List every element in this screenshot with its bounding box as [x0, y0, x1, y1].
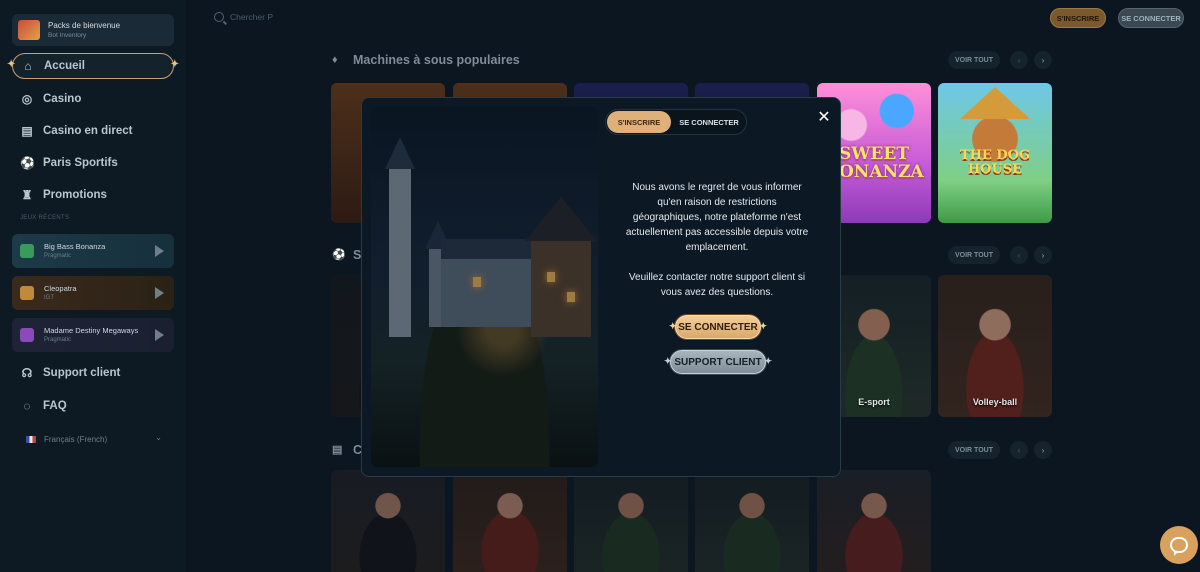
sidebar-item-label: Casino en direct [43, 125, 133, 137]
sidebar-item-label: Accueil [44, 60, 85, 72]
game-provider: Pragmatic [44, 336, 72, 343]
gift-icon [18, 20, 40, 40]
game-thumbnail [20, 328, 34, 342]
sidebar-item-label: Paris Sportifs [43, 157, 118, 169]
game-tile-title: THE DOG HOUSE [959, 148, 1031, 177]
sidebar: Packs de bienvenue Bot Inventory ⌂ Accue… [0, 0, 186, 572]
dog-house-roof [960, 87, 1030, 119]
live-casino-tile[interactable] [695, 470, 809, 572]
tab-register[interactable]: S'INSCRIRE [607, 111, 671, 133]
restriction-message: Nous avons le regret de vous informer qu… [622, 180, 812, 300]
header-login-button[interactable]: SE CONNECTER [1118, 8, 1184, 28]
welcome-pack-title: Packs de bienvenue [48, 20, 121, 30]
game-name: Cleopatra [44, 283, 77, 293]
diamond-icon: ♦ [332, 54, 338, 66]
header-register-button[interactable]: S'INSCRIRE [1050, 8, 1106, 28]
next-arrow-button[interactable]: › [1034, 51, 1052, 69]
search-icon [214, 12, 224, 22]
welcome-pack-subtitle: Bot Inventory [48, 31, 87, 39]
play-icon[interactable] [155, 245, 164, 257]
chevron-down-icon: ⌄ [155, 433, 162, 442]
language-label: Français (French) [44, 434, 108, 444]
section-title-slots: ♦ Machines à sous populaires [332, 53, 520, 67]
game-name: Madame Destiny Megaways [44, 325, 139, 335]
auth-tabs: S'INSCRIRE SE CONNECTER [605, 109, 747, 135]
sport-tile-volleyball[interactable]: Volley-ball [938, 275, 1052, 417]
headset-icon: ☊ [21, 366, 33, 380]
prev-arrow-button[interactable]: ‹ [1010, 441, 1028, 459]
section-title-text: Machines à sous populaires [353, 53, 520, 67]
geo-restriction-modal: S'INSCRIRE SE CONNECTER ✕ Nous avons le … [361, 97, 841, 477]
sport-tile-label: Volley-ball [972, 397, 1018, 407]
sidebar-item-label: Support client [43, 367, 121, 379]
prev-arrow-button[interactable]: ‹ [1010, 246, 1028, 264]
connect-button[interactable]: SE CONNECTER [669, 315, 767, 339]
game-name: Big Bass Bonanza [44, 241, 106, 251]
search-input[interactable] [230, 12, 400, 22]
castle-illustration [371, 107, 598, 467]
game-provider: Pragmatic [44, 252, 72, 259]
recent-game-card[interactable]: Madame Destiny Megaways Pragmatic [12, 318, 174, 352]
soccer-ball-icon: ⚽ [332, 249, 346, 261]
sidebar-item-label: Promotions [43, 189, 107, 201]
sidebar-item-label: FAQ [43, 400, 67, 412]
play-icon[interactable] [155, 329, 164, 341]
chevron-left-icon: ‹ [1017, 250, 1021, 260]
chevron-left-icon: ‹ [1017, 445, 1021, 455]
live-casino-tile[interactable] [817, 470, 931, 572]
game-thumbnail [20, 244, 34, 258]
game-thumbnail [20, 286, 34, 300]
contact-support-text: Veuillez contacter notre support client … [628, 272, 806, 298]
chevron-right-icon: › [1041, 250, 1045, 260]
trophy-icon: ♜ [21, 188, 33, 202]
language-selector[interactable]: Français (French) ⌄ [12, 430, 174, 448]
play-icon[interactable] [155, 287, 164, 299]
chat-icon [1170, 537, 1188, 553]
next-arrow-button[interactable]: › [1034, 246, 1052, 264]
recent-games-label: JEUX RÉCENTS [20, 215, 70, 221]
live-casino-tile[interactable] [453, 470, 567, 572]
section-title-live-casino: ▤ C [332, 443, 362, 457]
sidebar-item-casino[interactable]: ◎ Casino [12, 86, 174, 112]
soccer-ball-icon: ⚽ [20, 156, 35, 170]
sidebar-item-paris-sportifs[interactable]: ⚽ Paris Sportifs [12, 150, 174, 176]
voir-tout-button[interactable]: VOIR TOUT [948, 51, 1000, 69]
sidebar-item-label: Casino [43, 93, 82, 105]
section-title-sports: ⚽ S [332, 248, 361, 262]
close-icon[interactable]: ✕ [816, 110, 832, 126]
home-icon: ⌂ [24, 59, 32, 73]
chevron-right-icon: › [1041, 445, 1045, 455]
search-bar[interactable] [206, 6, 406, 28]
voir-tout-button[interactable]: VOIR TOUT [948, 441, 1000, 459]
voir-tout-button[interactable]: VOIR TOUT [948, 246, 1000, 264]
live-casino-tile[interactable] [331, 470, 445, 572]
recent-game-card[interactable]: Big Bass Bonanza Pragmatic [12, 234, 174, 268]
game-provider: IGT [44, 294, 54, 301]
sidebar-item-support[interactable]: ☊ Support client [12, 360, 174, 386]
chevron-right-icon: › [1041, 55, 1045, 65]
game-tile-dog-house[interactable]: THE DOG HOUSE [938, 83, 1052, 223]
chevron-left-icon: ‹ [1017, 55, 1021, 65]
welcome-pack-card[interactable]: Packs de bienvenue Bot Inventory [12, 14, 174, 46]
prev-arrow-button[interactable]: ‹ [1010, 51, 1028, 69]
restriction-message-text: Nous avons le regret de vous informer qu… [625, 182, 809, 253]
live-chat-button[interactable] [1160, 526, 1198, 564]
chat-bubble-icon: ◌ [23, 399, 31, 413]
sidebar-item-casino-en-direct[interactable]: ▤ Casino en direct [12, 118, 174, 144]
support-button[interactable]: SUPPORT CLIENT [664, 350, 772, 374]
sidebar-item-promotions[interactable]: ♜ Promotions [12, 182, 174, 208]
sidebar-item-accueil[interactable]: ⌂ Accueil [7, 53, 179, 79]
tab-login[interactable]: SE CONNECTER [674, 111, 744, 133]
live-casino-tile[interactable] [574, 470, 688, 572]
cards-icon: ▤ [332, 444, 343, 456]
france-flag-icon [26, 435, 36, 443]
cards-icon: ▤ [21, 124, 33, 138]
sidebar-item-faq[interactable]: ◌ FAQ [12, 393, 174, 419]
casino-chip-icon: ◎ [21, 92, 33, 106]
recent-game-card[interactable]: Cleopatra IGT [12, 276, 174, 310]
next-arrow-button[interactable]: › [1034, 441, 1052, 459]
